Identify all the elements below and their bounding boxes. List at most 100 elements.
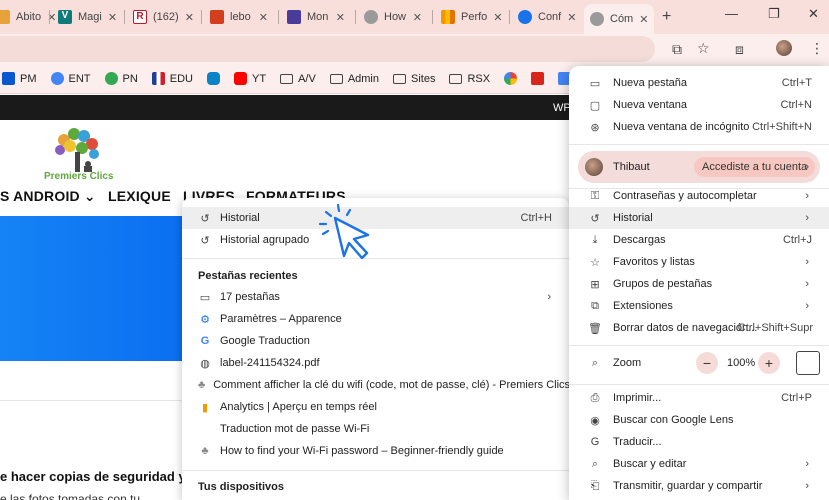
menu-item-downloads[interactable]: ⤓ Descargas Ctrl+J: [569, 229, 829, 251]
new-tab-icon[interactable]: +: [662, 8, 671, 26]
menu-item-google-lens[interactable]: ◉ Buscar con Google Lens: [569, 409, 829, 431]
menu-item-cast-save-share[interactable]: ⎗ Transmitir, guardar y compartir ›: [569, 475, 829, 497]
menu-item-label: Extensiones: [613, 300, 673, 312]
shortcut-label: Ctrl+T: [781, 77, 812, 89]
restore-icon[interactable]: ❐: [768, 6, 780, 22]
more-menu-icon[interactable]: ⋮: [810, 40, 824, 57]
close-icon[interactable]: ✕: [639, 13, 648, 26]
close-window-icon[interactable]: ✕: [808, 6, 819, 22]
shortcut-label: Ctrl+H: [520, 212, 552, 224]
menu-item-find-edit[interactable]: ⌕ Buscar y editar ›: [569, 453, 829, 475]
chevron-right-icon: ›: [805, 480, 809, 492]
menu-item-label: Analytics | Aperçu en temps réel: [220, 401, 377, 413]
tab-8[interactable]: Conf ✕: [512, 4, 582, 30]
bookmark-folder-av[interactable]: A/V: [280, 73, 316, 85]
tab-7[interactable]: Perfo ✕: [435, 4, 505, 30]
zoom-in-button[interactable]: +: [758, 352, 780, 374]
recent-item[interactable]: ♣ Comment afficher la clé du wifi (code, …: [182, 374, 570, 396]
zoom-out-button[interactable]: −: [696, 352, 718, 374]
tab-label-6: How: [384, 11, 407, 23]
tab-3[interactable]: R (162) ✕: [127, 4, 197, 30]
extensions-icon[interactable]: ⧈: [735, 41, 744, 58]
tab-1[interactable]: Abito ✕: [0, 4, 56, 30]
menu-item-new-window[interactable]: ▢ Nueva ventana Ctrl+N: [569, 94, 829, 116]
folder-icon: [280, 73, 294, 84]
close-icon[interactable]: ✕: [567, 11, 576, 24]
minimize-icon[interactable]: —: [725, 6, 738, 21]
close-icon[interactable]: ✕: [259, 11, 268, 24]
tab-label-1: Abito: [16, 11, 42, 23]
bookmark-pn[interactable]: PN: [104, 72, 138, 85]
bookmark-edu[interactable]: EDU: [151, 72, 194, 85]
menu-item-label: Nueva pestaña: [613, 77, 687, 89]
chevron-right-icon: ›: [805, 212, 809, 224]
key-icon: ⚿: [590, 189, 600, 202]
close-icon[interactable]: ✕: [185, 11, 194, 24]
menu-item-label: Nueva ventana de incógnito: [613, 121, 750, 133]
menu-item-translate[interactable]: G Traducir...: [569, 431, 829, 453]
recent-item[interactable]: ◍ label-241154324.pdf: [182, 352, 569, 374]
site-favicon-icon: ♣: [201, 445, 209, 457]
menu-item-tab-groups[interactable]: ⊞ Grupos de pestañas ›: [569, 273, 829, 295]
lens-icon: ◉: [590, 414, 600, 427]
bookmark-folder-admin[interactable]: Admin: [329, 73, 379, 85]
tab-6[interactable]: How ✕: [358, 4, 428, 30]
menu-item-extensions[interactable]: ⧉ Extensiones ›: [569, 295, 829, 317]
close-icon[interactable]: ✕: [413, 11, 422, 24]
chevron-right-icon: ›: [805, 278, 809, 290]
fullscreen-button[interactable]: [796, 351, 820, 375]
close-icon[interactable]: ✕: [336, 11, 345, 24]
menu-item-passwords[interactable]: ⚿ Contraseñas y autocompletar ›: [569, 185, 829, 207]
article-heading[interactable]: e hacer copias de seguridad y: [0, 469, 186, 484]
tab-5[interactable]: Mon ✕: [281, 4, 351, 30]
shortcut-label: Ctrl+Shift+Supr: [737, 322, 813, 334]
recent-item-tabs-group[interactable]: ▭ 17 pestañas ›: [182, 286, 569, 308]
menu-item-history[interactable]: ↺ Historial ›: [569, 207, 829, 229]
recent-item[interactable]: ▮ Analytics | Aperçu en temps réel: [182, 396, 569, 418]
menu-item-label: Traduction mot de passe Wi-Fi: [220, 423, 370, 435]
tab-4[interactable]: lebo ✕: [204, 4, 274, 30]
tab-favicon-1: [0, 10, 10, 24]
tab-favicon-2: V: [58, 10, 72, 24]
cloud-icon: [207, 72, 221, 85]
chrome-menu: ▭ Nueva pestaña Ctrl+T ▢ Nueva ventana Ctrl+…: [569, 66, 829, 500]
menu-item-label: Google Traduction: [220, 335, 310, 347]
bookmark-pinwheel[interactable]: [504, 72, 518, 85]
nav-item-lexique[interactable]: LEXIQUE: [108, 188, 171, 204]
bookmark-ent[interactable]: ENT: [50, 72, 91, 85]
close-icon[interactable]: ✕: [108, 11, 117, 24]
bookmark-tl[interactable]: [531, 72, 545, 85]
tab-label-7: Perfo: [461, 11, 488, 23]
profile-row[interactable]: Thibaut Accediste a tu cuenta ›: [578, 151, 820, 183]
recent-item[interactable]: ♣ How to find your Wi-Fi password – Begin…: [182, 440, 569, 462]
recent-item[interactable]: Traduction mot de passe Wi-Fi: [182, 418, 569, 440]
bookmark-pm[interactable]: PM: [2, 72, 37, 85]
zoom-icon: ⌕: [591, 356, 599, 369]
nav-item-android[interactable]: S ANDROID ⌄: [0, 188, 96, 205]
bookmark-label: PM: [20, 72, 37, 85]
menu-item-incognito[interactable]: ⊛ Nueva ventana de incógnito Ctrl+Shift+N: [569, 116, 829, 138]
bookmark-folder-rsx[interactable]: RSX: [449, 73, 490, 85]
menu-item-clear-data[interactable]: 🗑 Borrar datos de navegación... Ctrl+Shift…: [569, 317, 829, 339]
star-icon[interactable]: ☆: [697, 40, 710, 57]
recent-item[interactable]: G Google Traduction: [182, 330, 569, 352]
bookmark-yt[interactable]: YT: [234, 72, 266, 85]
recent-item[interactable]: ⚙ Paramètres – Apparence: [182, 308, 569, 330]
avatar[interactable]: [776, 40, 792, 56]
bookmark-cloud[interactable]: [207, 72, 221, 85]
menu-item-new-tab[interactable]: ▭ Nueva pestaña Ctrl+T: [569, 72, 829, 94]
address-bar[interactable]: [0, 36, 655, 62]
menu-item-label: Historial agrupado: [220, 234, 310, 246]
devices-heading: Tus dispositivos: [198, 481, 284, 493]
menu-item-bookmarks[interactable]: ☆ Favoritos y listas ›: [569, 251, 829, 273]
install-app-icon[interactable]: ⧉: [672, 41, 682, 58]
translate-icon: G: [200, 335, 210, 347]
tab-groups-icon: ⊞: [590, 278, 600, 291]
menu-item-print[interactable]: ⎙ Imprimir... Ctrl+P: [569, 387, 829, 409]
close-icon[interactable]: ✕: [493, 11, 502, 24]
tab-2[interactable]: V Magi ✕: [52, 4, 120, 30]
tab-active[interactable]: Cóm ✕: [584, 4, 654, 34]
bookmark-folder-sites[interactable]: Sites: [393, 73, 435, 85]
bookmark-label: EDU: [169, 72, 194, 85]
menu-item-label: Buscar y editar: [613, 458, 687, 470]
